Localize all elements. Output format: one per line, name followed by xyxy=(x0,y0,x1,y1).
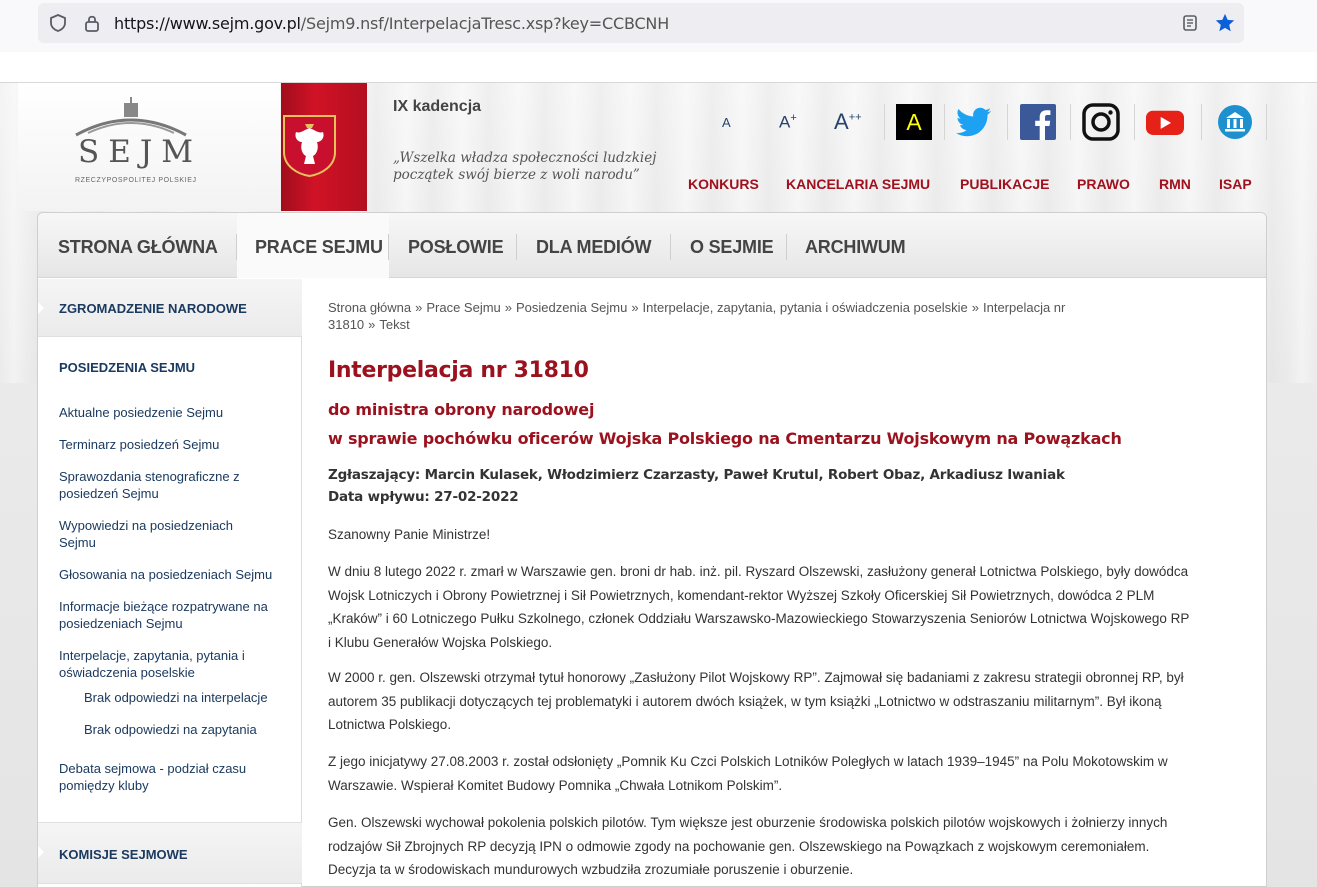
government-building-icon[interactable] xyxy=(1216,103,1254,141)
divider xyxy=(1266,104,1267,140)
facebook-icon[interactable] xyxy=(1019,103,1057,141)
font-size-large-button[interactable]: A+ xyxy=(779,112,797,133)
breadcrumb-separator: » xyxy=(504,300,513,315)
breadcrumb-strona-glowna[interactable]: Strona główna xyxy=(328,300,411,315)
sidebar-link-terminarz[interactable]: Terminarz posiedzeń Sejmu xyxy=(59,436,294,453)
body-paragraph: W dniu 8 lutego 2022 r. zmarł w Warszawi… xyxy=(328,564,1190,650)
top-link-isap[interactable]: ISAP xyxy=(1219,176,1252,192)
shield-icon[interactable] xyxy=(48,13,68,33)
sidebar-section-posiedzenia[interactable]: POSIEDZENIA SEJMU xyxy=(59,360,195,375)
url-host: https://www.sejm.gov.pl xyxy=(114,14,301,33)
main-navigation: STRONA GŁÓWNA PRACE SEJMU POSŁOWIE DLA M… xyxy=(38,213,1266,278)
breadcrumb-separator: » xyxy=(415,300,423,315)
font-mid-letter: A xyxy=(779,112,791,132)
nav-divider xyxy=(786,234,787,260)
divider xyxy=(1201,104,1202,140)
top-link-publikacje[interactable]: PUBLIKACJE xyxy=(960,176,1049,192)
bookmark-star-icon[interactable] xyxy=(1214,12,1236,34)
youtube-icon[interactable] xyxy=(1146,103,1184,141)
reader-view-icon[interactable] xyxy=(1180,13,1200,33)
sidebar-item-zgromadzenie[interactable]: ZGROMADZENIE NARODOWE xyxy=(38,279,302,337)
nav-divider xyxy=(670,234,671,260)
sidebar-link-aktualne[interactable]: Aktualne posiedzenie Sejmu xyxy=(59,404,294,421)
arrow-right-icon xyxy=(38,302,44,314)
nav-o-sejmie[interactable]: O SEJMIE xyxy=(690,213,774,278)
url-path: /Sejm9.nsf/InterpelacjaTresc.xsp?key=CCB… xyxy=(300,14,670,33)
term-label: IX kadencja xyxy=(393,98,482,115)
sidebar-link-debata[interactable]: Debata sejmowa - podział czasu pomiędzy … xyxy=(59,760,264,794)
polish-eagle-emblem-icon xyxy=(283,115,336,178)
lock-icon[interactable] xyxy=(82,13,102,33)
nav-archiwum[interactable]: ARCHIWUM xyxy=(805,213,906,278)
salutation: Szanowny Panie Ministrze! xyxy=(328,527,491,542)
page-subtitle-addressee: do ministra obrony narodowej xyxy=(328,400,595,419)
sidebar-link-glosowania[interactable]: Głosowania na posiedzeniach Sejmu xyxy=(59,566,294,583)
divider xyxy=(944,104,945,140)
logo-text: SEJM xyxy=(78,134,203,170)
nav-strona-glowna[interactable]: STRONA GŁÓWNA xyxy=(58,213,218,278)
breadcrumb-tekst: Tekst xyxy=(379,317,410,332)
body-paragraph: Z jego inicjatywy 27.08.2003 r. został o… xyxy=(328,754,1168,793)
logo-subtitle: RZECZYPOSPOLITEJ POLSKIEJ xyxy=(75,177,197,184)
browser-toolbar: https://www.sejm.gov.pl/Sejm9.nsf/Interp… xyxy=(0,0,1317,52)
nav-poslowie[interactable]: POSŁOWIE xyxy=(408,213,504,278)
sidebar-link-interpelacje[interactable]: Interpelacje, zapytania, pytania i oświa… xyxy=(59,647,274,681)
breadcrumb-prace-sejmu[interactable]: Prace Sejmu xyxy=(426,300,500,315)
nav-divider xyxy=(388,234,389,260)
motto-line-2: początek swój bierze z woli narodu” xyxy=(393,167,640,183)
top-link-kancelaria[interactable]: KANCELARIA SEJMU xyxy=(786,176,930,192)
font-size-normal-button[interactable]: A xyxy=(722,115,731,130)
font-big-letter: A xyxy=(834,109,849,134)
sidebar-link-wypowiedzi[interactable]: Wypowiedzi na posiedzeniach Sejmu xyxy=(59,517,259,551)
breadcrumb-separator: » xyxy=(971,300,979,315)
breadcrumb-separator: » xyxy=(631,300,639,315)
font-mid-sup: + xyxy=(790,112,797,124)
logo-wordmark: SEJM xyxy=(78,134,202,170)
submission-date: Data wpływu: 27-02-2022 xyxy=(328,489,519,505)
arrow-right-icon xyxy=(38,846,44,858)
nav-dla-mediow[interactable]: DLA MEDIÓW xyxy=(536,213,652,278)
twitter-icon[interactable] xyxy=(956,103,994,141)
nav-prace-sejmu[interactable]: PRACE SEJMU xyxy=(237,213,389,278)
top-link-prawo[interactable]: PRAWO xyxy=(1077,176,1130,192)
instagram-icon[interactable] xyxy=(1082,103,1120,141)
sidebar-sublink-brak-zapytania[interactable]: Brak odpowiedzi na zapytania xyxy=(84,721,319,738)
page-subtitle-subject: w sprawie pochówku oficerów Wojska Polsk… xyxy=(328,429,1122,448)
url-text[interactable]: https://www.sejm.gov.pl/Sejm9.nsf/Interp… xyxy=(114,14,669,33)
divider xyxy=(1070,104,1071,140)
divider xyxy=(884,104,885,140)
top-link-rmn[interactable]: RMN xyxy=(1159,176,1191,192)
motto: „Wszelka władza społeczności ludzkiej po… xyxy=(393,150,663,184)
high-contrast-button[interactable]: A xyxy=(896,104,932,140)
sidebar-item-komisje[interactable]: KOMISJE SEJMOWE xyxy=(38,822,302,884)
page-title: Interpelacja nr 31810 xyxy=(328,358,589,383)
sidebar-link-informacje[interactable]: Informacje bieżące rozpatrywane na posie… xyxy=(59,598,289,632)
motto-line-1: „Wszelka władza społeczności ludzkiej xyxy=(393,150,657,166)
sidebar-head-label: ZGROMADZENIE NARODOWE xyxy=(59,301,247,316)
breadcrumb-posiedzenia[interactable]: Posiedzenia Sejmu xyxy=(516,300,627,315)
divider xyxy=(1007,104,1008,140)
authors: Zgłaszający: Marcin Kulasek, Włodzimierz… xyxy=(328,467,1065,483)
address-bar[interactable]: https://www.sejm.gov.pl/Sejm9.nsf/Interp… xyxy=(38,3,1244,43)
breadcrumb: Strona główna» Prace Sejmu» Posiedzenia Se… xyxy=(328,299,1148,333)
nav-divider xyxy=(516,234,517,260)
breadcrumb-interpelacje[interactable]: Interpelacje, zapytania, pytania i oświa… xyxy=(643,300,968,315)
body-paragraph: W 2000 r. gen. Olszewski otrzymał tytuł … xyxy=(328,670,1184,732)
body-paragraph: Gen. Olszewski wychował pokolenia polski… xyxy=(328,815,1168,877)
sidebar-head-label: KOMISJE SEJMOWE xyxy=(59,847,188,862)
top-link-konkurs[interactable]: KONKURS xyxy=(688,176,759,192)
sidebar-sublink-brak-interpelacje[interactable]: Brak odpowiedzi na interpelacje xyxy=(84,689,319,706)
sidebar-link-sprawozdania[interactable]: Sprawozdania stenograficzne z posiedzeń … xyxy=(59,468,259,502)
breadcrumb-separator: » xyxy=(368,317,376,332)
font-big-sup: ++ xyxy=(848,111,862,124)
divider xyxy=(1134,104,1135,140)
font-size-xlarge-button[interactable]: A++ xyxy=(834,109,862,135)
